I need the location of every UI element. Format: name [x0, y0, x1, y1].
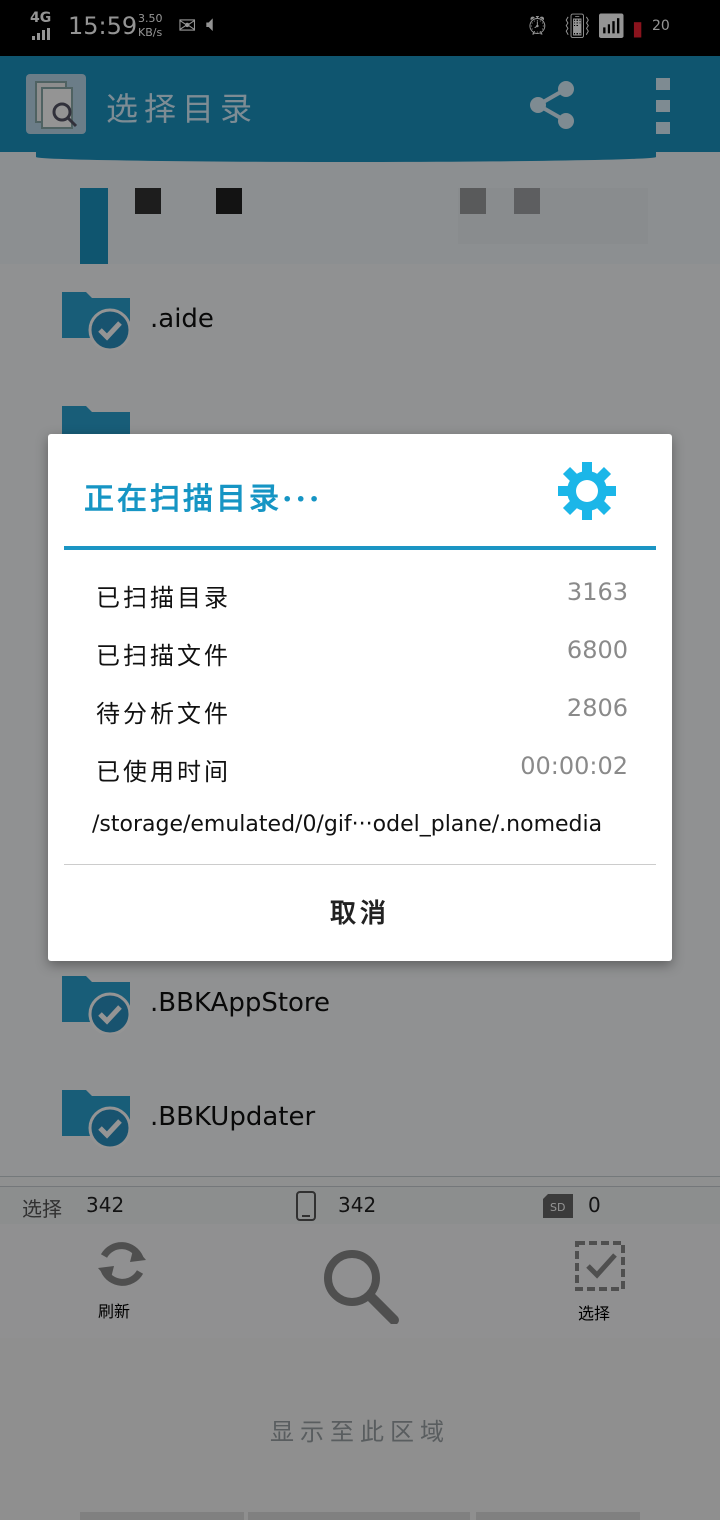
dialog-button-divider [64, 864, 656, 865]
stat-value-scanned-files: 6800 [566, 636, 628, 664]
cancel-button[interactable]: 取消 [48, 874, 672, 954]
gear-icon [558, 462, 616, 520]
dialog-title: 正在扫描目录··· [84, 482, 323, 517]
stat-value-pending-files: 2806 [566, 694, 628, 722]
dialog-title-divider [64, 546, 656, 550]
stat-label-pending-files: 待分析文件 [96, 700, 231, 728]
stat-value-scanned-dirs: 3163 [566, 578, 628, 606]
stat-label-scanned-files: 已扫描文件 [96, 642, 231, 670]
stat-label-elapsed-time: 已使用时间 [96, 758, 231, 786]
current-scan-path: /storage/emulated/0/gif···odel_plane/.no… [92, 812, 603, 837]
stat-value-elapsed-time: 00:00:02 [520, 752, 628, 780]
stat-label-scanned-dirs: 已扫描目录 [96, 584, 231, 612]
scan-dialog: 正在扫描目录··· 已扫描目录 3163 已扫描文件 6800 待分析文件 28… [48, 434, 672, 961]
